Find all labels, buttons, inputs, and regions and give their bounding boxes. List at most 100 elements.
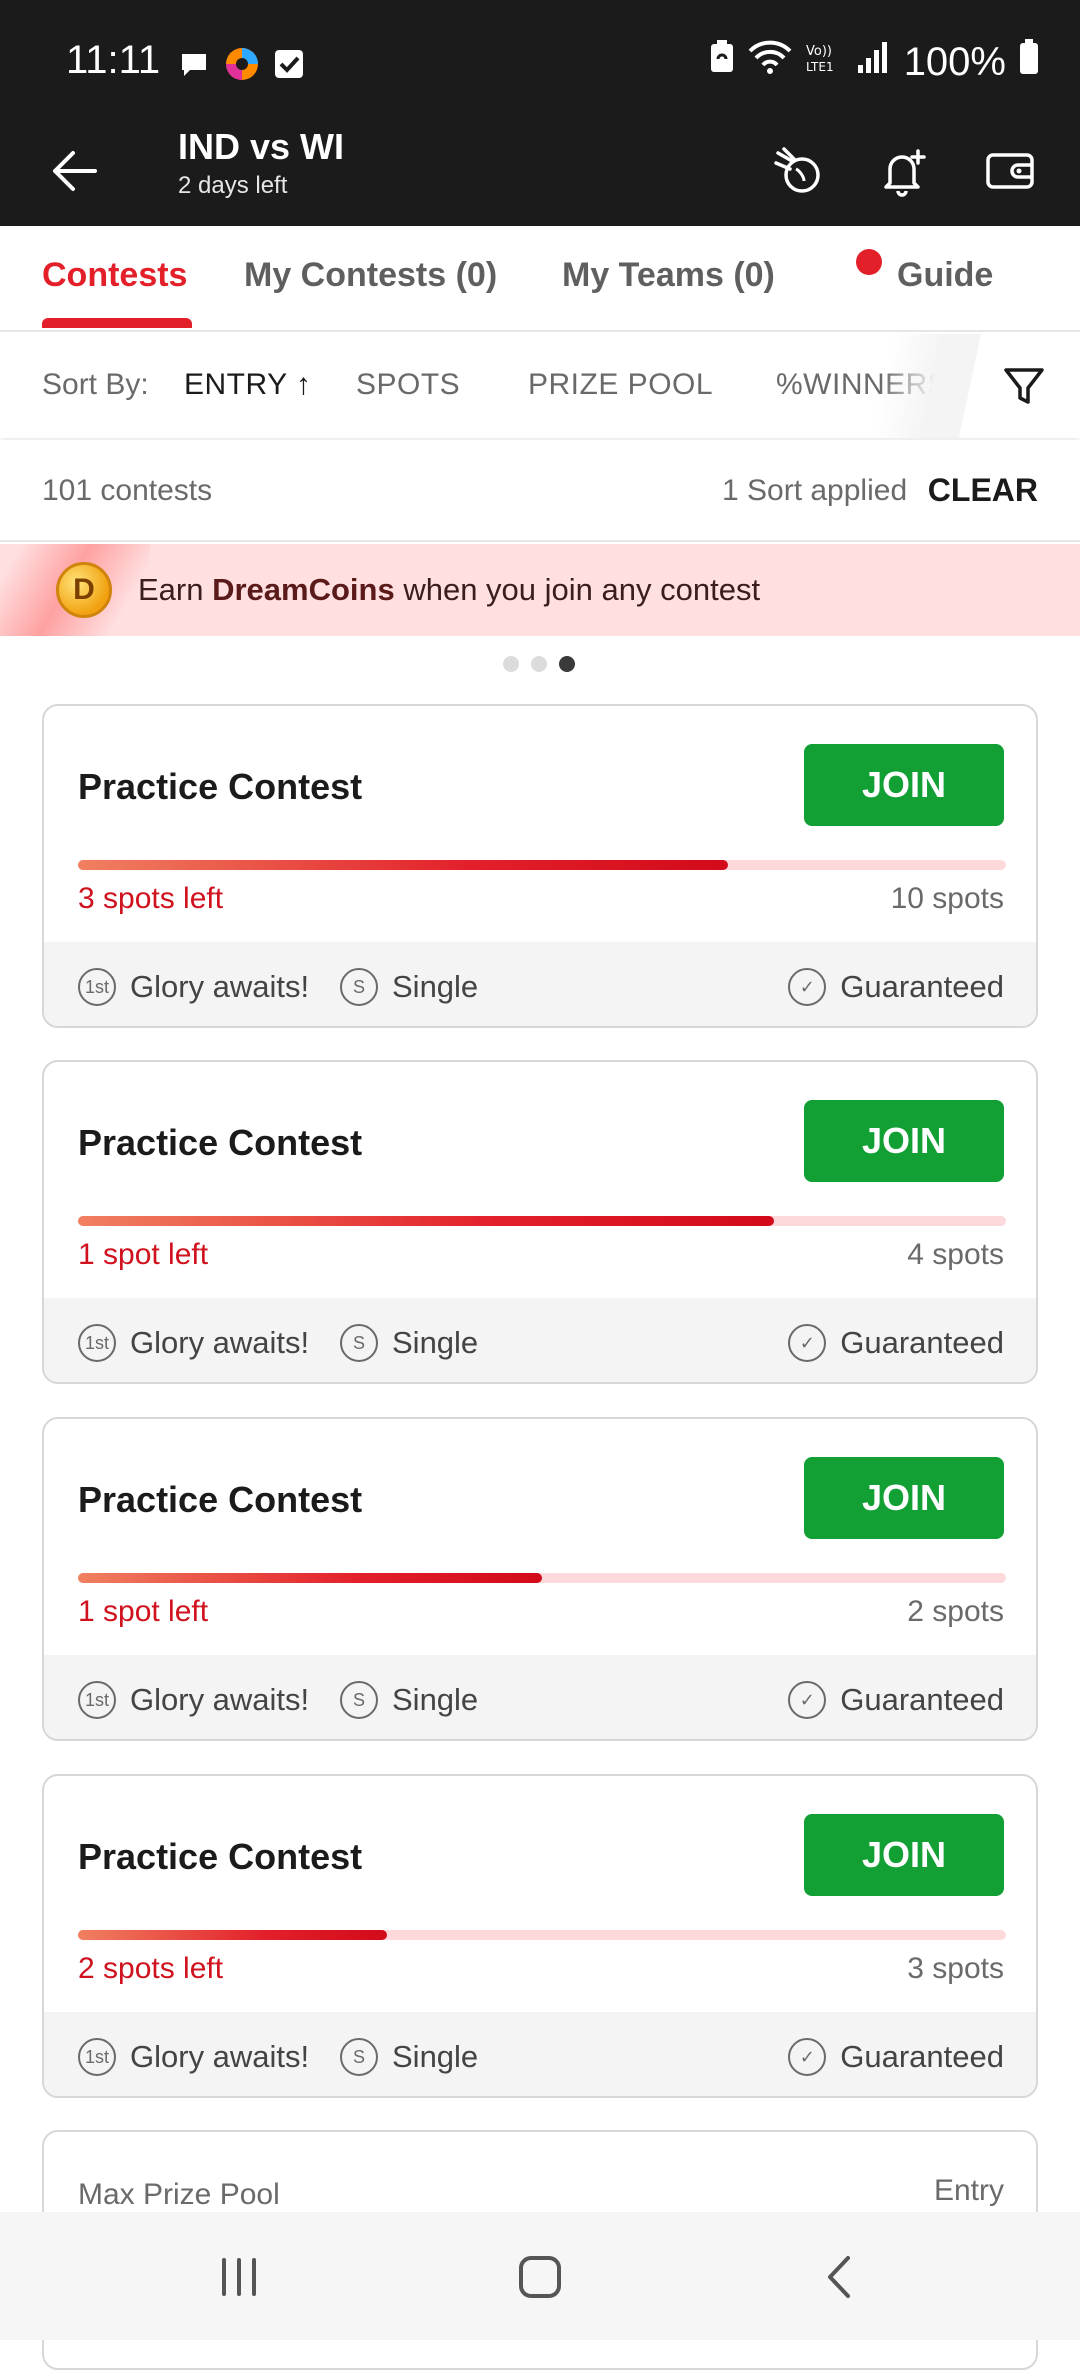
recent-apps-icon xyxy=(222,2258,256,2296)
dreamcoins-banner[interactable]: D Earn DreamCoins when you join any cont… xyxy=(0,544,1080,636)
filter-icon xyxy=(1004,368,1044,404)
guaranteed-badge: ✓ Guaranteed xyxy=(788,968,1004,1006)
active-tab-indicator xyxy=(42,318,192,328)
banner-pager xyxy=(503,656,575,672)
contest-meta-row: 101 contests 1 Sort applied CLEAR xyxy=(0,440,1080,542)
clear-sort-button[interactable]: CLEAR xyxy=(928,472,1038,509)
first-place-icon: 1st xyxy=(78,2038,116,2076)
join-button[interactable]: JOIN xyxy=(804,1814,1004,1896)
filter-button[interactable] xyxy=(994,356,1054,416)
single-badge: S Single xyxy=(340,1324,478,1362)
svg-text:Vo)): Vo)) xyxy=(806,44,832,59)
spots-progress-fill xyxy=(78,860,728,870)
check-circle-icon: ✓ xyxy=(788,1324,827,1362)
spots-left: 1 spot left xyxy=(78,1595,209,1628)
app-bar: IND vs WI 2 days left xyxy=(0,126,1080,226)
contest-card-footer: 1st Glory awaits! S Single ✓ Guaranteed xyxy=(44,942,1036,1026)
banner-text-bold: DreamCoins xyxy=(212,572,395,607)
guaranteed-text: Guaranteed xyxy=(840,2039,1004,2074)
dreamcoin-icon: D xyxy=(56,562,112,618)
home-button[interactable] xyxy=(505,2242,575,2312)
sort-spots[interactable]: SPOTS xyxy=(356,368,460,402)
spots-left: 3 spots left xyxy=(78,882,224,915)
sort-prize-pool[interactable]: PRIZE POOL xyxy=(528,368,713,402)
spots-progress-track xyxy=(78,1930,1006,1940)
spots-progress-track xyxy=(78,860,1006,870)
banner-text-after: when you join any contest xyxy=(394,572,761,607)
home-icon xyxy=(519,2256,561,2298)
check-circle-icon: ✓ xyxy=(788,2038,827,2076)
system-back-button[interactable] xyxy=(806,2242,876,2312)
notifications-button[interactable] xyxy=(874,136,934,206)
contest-card[interactable]: Practice Contest JOIN 1 spot left 4 spot… xyxy=(42,1060,1038,1384)
contest-card[interactable]: Practice Contest JOIN 2 spots left 3 spo… xyxy=(42,1774,1038,2098)
glory-badge: 1st Glory awaits! xyxy=(78,2038,309,2076)
svg-text:LTE1: LTE1 xyxy=(806,60,834,74)
pager-dot xyxy=(531,656,547,672)
match-title: IND vs WI xyxy=(178,126,345,167)
glory-text: Glory awaits! xyxy=(130,969,310,1004)
status-time: 11:11 xyxy=(66,38,161,82)
spots-progress-track xyxy=(78,1573,1006,1583)
first-place-icon: 1st xyxy=(78,1324,116,1362)
status-icons-left xyxy=(176,44,306,89)
wallet-button[interactable] xyxy=(980,136,1040,206)
join-button[interactable]: JOIN xyxy=(804,744,1004,826)
contest-card-footer: 1st Glory awaits! S Single ✓ Guaranteed xyxy=(44,1655,1036,1739)
wifi-icon xyxy=(748,39,792,85)
volte-lte-icon: Vo)) LTE1 xyxy=(804,39,844,85)
tab-my-teams[interactable]: My Teams (0) xyxy=(562,256,775,295)
contest-card-footer: 1st Glory awaits! S Single ✓ Guaranteed xyxy=(44,1298,1036,1382)
tab-contests[interactable]: Contests xyxy=(42,256,187,295)
spots-total: 4 spots xyxy=(907,1238,1004,1271)
spots-progress-fill xyxy=(78,1216,774,1226)
system-nav-bar xyxy=(0,2212,1080,2340)
spots-left: 2 spots left xyxy=(78,1952,224,1985)
status-bar: 11:11 Vo)) LTE1 100% xyxy=(0,0,1080,126)
guaranteed-badge: ✓ Guaranteed xyxy=(788,1681,1004,1719)
single-text: Single xyxy=(392,1325,479,1360)
guaranteed-badge: ✓ Guaranteed xyxy=(788,2038,1004,2076)
sort-bar: Sort By: ENTRY ↑ SPOTS PRIZE POOL %WINNE… xyxy=(0,334,1080,438)
single-badge: S Single xyxy=(340,968,478,1006)
single-text: Single xyxy=(392,2039,479,2074)
spots-total: 3 spots xyxy=(907,1952,1004,1985)
wallet-icon xyxy=(986,153,1034,189)
spots-total: 10 spots xyxy=(890,882,1004,915)
spots-progress-track xyxy=(78,1216,1006,1226)
contest-card[interactable]: Practice Contest JOIN 3 spots left 10 sp… xyxy=(42,704,1038,1028)
entry-label: Entry xyxy=(933,2174,1004,2207)
check-circle-icon: ✓ xyxy=(788,1681,827,1719)
recent-apps-button[interactable] xyxy=(204,2242,274,2312)
contest-tabs: Contests My Contests (0) My Teams (0) Gu… xyxy=(0,226,1080,332)
guaranteed-badge: ✓ Guaranteed xyxy=(788,1324,1004,1362)
guide-notification-dot xyxy=(856,249,882,275)
sort-entry[interactable]: ENTRY ↑ xyxy=(184,368,311,402)
arrow-left-icon xyxy=(53,151,97,191)
spots-left: 1 spot left xyxy=(78,1238,209,1271)
contest-card[interactable]: Practice Contest JOIN 1 spot left 2 spot… xyxy=(42,1417,1038,1741)
sort-applied-text: 1 Sort applied xyxy=(722,474,908,507)
glory-text: Glory awaits! xyxy=(130,1325,310,1360)
glory-badge: 1st Glory awaits! xyxy=(78,1681,309,1719)
join-button[interactable]: JOIN xyxy=(804,1100,1004,1182)
max-prize-pool-label: Max Prize Pool xyxy=(78,2178,280,2211)
single-text: Single xyxy=(392,1682,479,1717)
pager-dot-active xyxy=(559,656,575,672)
guaranteed-text: Guaranteed xyxy=(840,969,1004,1004)
chevron-left-icon xyxy=(828,2256,850,2298)
battery-saver-icon xyxy=(708,39,736,85)
header-actions xyxy=(768,136,1040,206)
bell-add-icon xyxy=(884,149,926,197)
tab-guide[interactable]: Guide xyxy=(897,256,993,295)
join-button[interactable]: JOIN xyxy=(804,1457,1004,1539)
fantasy-points-button[interactable] xyxy=(768,136,828,206)
glory-text: Glory awaits! xyxy=(130,1682,310,1717)
back-button[interactable] xyxy=(44,136,104,206)
tab-my-contests[interactable]: My Contests (0) xyxy=(244,256,497,295)
glory-badge: 1st Glory awaits! xyxy=(78,1324,309,1362)
contest-title: Practice Contest xyxy=(78,1479,363,1520)
contest-title: Practice Contest xyxy=(78,766,363,807)
contest-count: 101 contests xyxy=(42,474,213,507)
spots-total: 2 spots xyxy=(907,1595,1004,1628)
